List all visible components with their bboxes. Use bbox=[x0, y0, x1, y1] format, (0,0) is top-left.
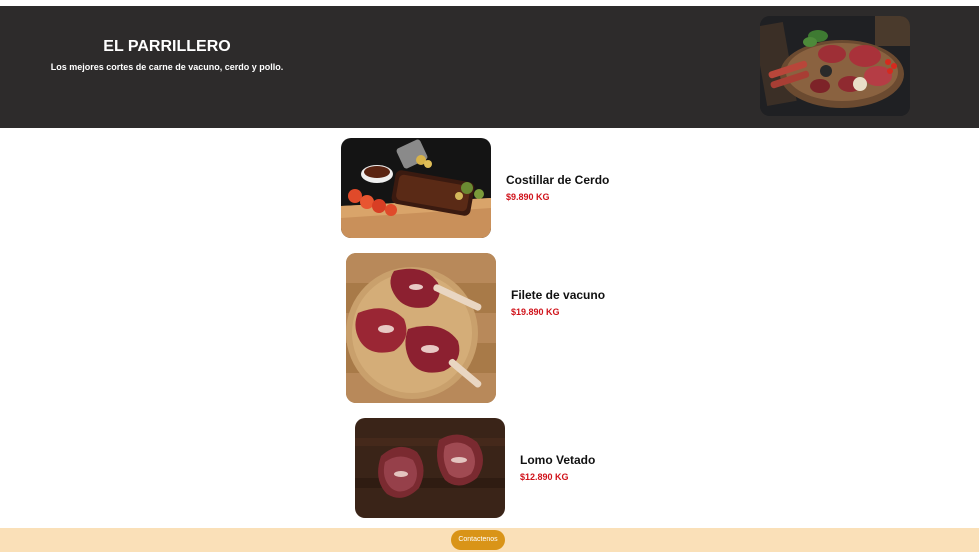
ribeye-steaks-image bbox=[355, 418, 505, 518]
product-price: $19.890 KG bbox=[511, 307, 560, 317]
contact-button[interactable]: Contactenos bbox=[451, 530, 505, 550]
site-footer: Contactenos bbox=[0, 528, 979, 552]
site-subtitle: Los mejores cortes de carne de vacuno, c… bbox=[50, 62, 284, 72]
product-name: Costillar de Cerdo bbox=[506, 173, 610, 187]
product-price: $9.890 KG bbox=[506, 192, 550, 202]
product-name: Filete de vacuno bbox=[511, 288, 606, 302]
site-header: EL PARRILLERO Los mejores cortes de carn… bbox=[0, 6, 979, 128]
product-name: Lomo Vetado bbox=[520, 453, 596, 467]
beef-steaks-board-image bbox=[346, 253, 496, 403]
hero-meat-platter-image bbox=[760, 16, 910, 116]
ribs-platter-image bbox=[341, 138, 491, 238]
product-price: $12.890 KG bbox=[520, 472, 569, 482]
site-title: EL PARRILLERO bbox=[103, 38, 231, 55]
page: EL PARRILLERO Los mejores cortes de carn… bbox=[0, 0, 979, 557]
